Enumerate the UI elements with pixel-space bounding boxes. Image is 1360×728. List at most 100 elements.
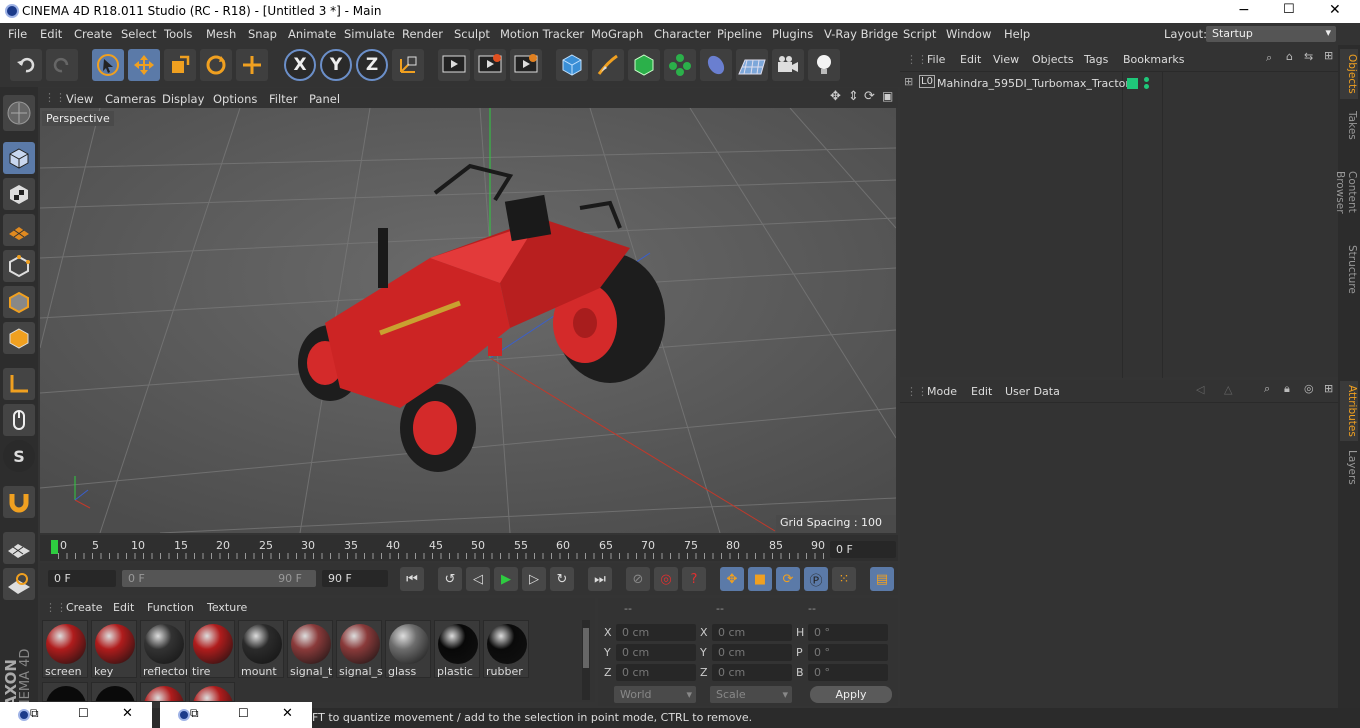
menu-file[interactable]: File [8, 27, 27, 41]
snap-icon[interactable]: S [3, 440, 35, 472]
expand-icon[interactable]: ⊞ [904, 75, 913, 88]
render-settings-icon[interactable] [510, 49, 542, 81]
tab-objects[interactable]: Objects [1340, 49, 1358, 99]
menu-mograph[interactable]: MoGraph [591, 27, 643, 41]
menu-mesh[interactable]: Mesh [206, 27, 236, 41]
search-icon[interactable]: ⌕ [1264, 382, 1270, 396]
mograph-cloner-icon[interactable] [664, 49, 696, 81]
workplane-rotate-icon[interactable] [3, 568, 35, 600]
go-to-end-icon[interactable]: ⏭ [588, 567, 612, 591]
maximize-icon[interactable]: ☐ [78, 706, 89, 720]
timeline-window-icon[interactable]: ▤ [870, 567, 894, 591]
x-axis-icon[interactable]: X [284, 49, 316, 81]
menu-simulate[interactable]: Simulate [344, 27, 395, 41]
viewport-menu-options[interactable]: Options [213, 92, 257, 106]
search-icon[interactable]: ⌕ [1266, 51, 1272, 65]
redo-icon[interactable] [46, 49, 78, 81]
render-visibility-dot[interactable] [1144, 84, 1149, 89]
coord-value-field[interactable]: 0 cm [712, 644, 792, 661]
menu-snap[interactable]: Snap [248, 27, 277, 41]
coordinate-system-icon[interactable] [392, 49, 424, 81]
play-icon[interactable]: ▶ [494, 567, 518, 591]
viewport-menu-view[interactable]: View [66, 92, 93, 106]
coord-value-field[interactable]: 0 ° [808, 624, 888, 641]
material-swatch[interactable]: rubber [483, 620, 529, 678]
material-menu-texture[interactable]: Texture [207, 601, 247, 614]
undo-icon[interactable] [10, 49, 42, 81]
deformer-icon[interactable] [700, 49, 732, 81]
target-icon[interactable]: ◎ [1304, 382, 1314, 395]
timeline-ruler[interactable]: 0 5 10 15 20 25 30 35 40 45 50 55 60 65 … [40, 535, 898, 561]
lock-icon[interactable]: 🔒︎ [1284, 382, 1290, 396]
material-swatch[interactable] [91, 682, 137, 702]
axis-mode-icon[interactable] [3, 368, 35, 400]
material-swatch[interactable]: tire [189, 620, 235, 678]
attribute-menu-mode[interactable]: Mode [927, 385, 957, 398]
subdivision-icon[interactable] [628, 49, 660, 81]
workplane-lock-icon[interactable] [3, 532, 35, 564]
material-swatch[interactable]: mount [238, 620, 284, 678]
record-keys-icon[interactable]: ⊘ [626, 567, 650, 591]
autokey-icon[interactable]: ◎ [654, 567, 678, 591]
camera-icon[interactable] [772, 49, 804, 81]
back-arrow-icon[interactable]: ◁ [1196, 383, 1204, 396]
material-menu-edit[interactable]: Edit [113, 601, 134, 614]
new-view-icon[interactable]: ⊞ [1324, 49, 1333, 62]
menu-edit[interactable]: Edit [40, 27, 62, 41]
hierarchy-icon[interactable]: ⇆ [1304, 50, 1313, 63]
object-row[interactable]: ⊞ L0 Mahindra_595DI_Turbomax_Tractor [900, 74, 1338, 92]
scale-icon[interactable] [164, 49, 196, 81]
tab-content-browser[interactable]: Content Browser [1334, 149, 1358, 235]
coord-space-select[interactable]: World ▾ [614, 686, 696, 703]
end-frame-field[interactable]: 90 F [322, 570, 388, 587]
menu-animate[interactable]: Animate [288, 27, 336, 41]
viewport-menu-panel[interactable]: Panel [309, 92, 340, 106]
object-menu-view[interactable]: View [993, 53, 1019, 66]
z-axis-icon[interactable]: Z [356, 49, 388, 81]
coord-value-field[interactable]: 0 cm [616, 624, 696, 641]
tweak-mode-icon[interactable] [3, 404, 35, 436]
keyframe-selection-icon[interactable]: ? [682, 567, 706, 591]
attribute-menu-user-data[interactable]: User Data [1005, 385, 1060, 398]
material-menu-function[interactable]: Function [147, 601, 194, 614]
minimized-window[interactable]: ⧉ ☐ ✕ [0, 702, 152, 728]
menu-character[interactable]: Character [654, 27, 711, 41]
up-arrow-icon[interactable]: △ [1224, 383, 1232, 396]
previous-key-icon[interactable]: ↺ [438, 567, 462, 591]
material-swatch[interactable]: signal_t [287, 620, 333, 678]
minimize-button[interactable]: − [1238, 2, 1250, 18]
object-menu-bookmarks[interactable]: Bookmarks [1123, 53, 1184, 66]
apply-button[interactable]: Apply [810, 686, 892, 703]
move-icon[interactable] [128, 49, 160, 81]
render-picture-viewer-icon[interactable] [474, 49, 506, 81]
key-position-icon[interactable]: ✥ [720, 567, 744, 591]
minimized-window[interactable]: ⧉ ☐ ✕ [160, 702, 312, 728]
menu-script[interactable]: Script [903, 27, 936, 41]
coord-value-field[interactable]: 0 cm [712, 664, 792, 681]
frame-range-slider[interactable]: 0 F 90 F [122, 570, 316, 587]
close-icon[interactable]: ✕ [282, 706, 293, 721]
model-mode-icon[interactable] [3, 142, 35, 174]
texture-mode-icon[interactable] [3, 178, 35, 210]
points-mode-icon[interactable] [3, 250, 35, 282]
next-frame-icon[interactable]: ▷ [522, 567, 546, 591]
menu-sculpt[interactable]: Sculpt [454, 27, 490, 41]
y-axis-icon[interactable]: Y [320, 49, 352, 81]
menu-vray-bridge[interactable]: V-Ray Bridge [824, 27, 898, 41]
editor-visibility-dot[interactable] [1144, 77, 1149, 82]
close-button[interactable]: ✕ [1329, 2, 1341, 18]
tab-takes[interactable]: Takes [1340, 105, 1358, 145]
light-icon[interactable] [808, 49, 840, 81]
visibility-tag-icon[interactable] [1127, 78, 1138, 89]
new-view-icon[interactable]: ⊞ [1324, 382, 1333, 395]
object-menu-tags[interactable]: Tags [1084, 53, 1108, 66]
attribute-menu-edit[interactable]: Edit [971, 385, 992, 398]
object-name[interactable]: Mahindra_595DI_Turbomax_Tractor [937, 77, 1130, 90]
viewport-menu-filter[interactable]: Filter [269, 92, 297, 106]
viewport-nav-move-icon[interactable]: ✥ [830, 89, 841, 104]
material-swatch[interactable]: signal_s [336, 620, 383, 678]
render-view-icon[interactable] [438, 49, 470, 81]
menu-render[interactable]: Render [402, 27, 443, 41]
viewport-nav-zoom-icon[interactable]: ⇕ [848, 89, 859, 104]
go-to-start-icon[interactable]: ⏮ [400, 567, 424, 591]
